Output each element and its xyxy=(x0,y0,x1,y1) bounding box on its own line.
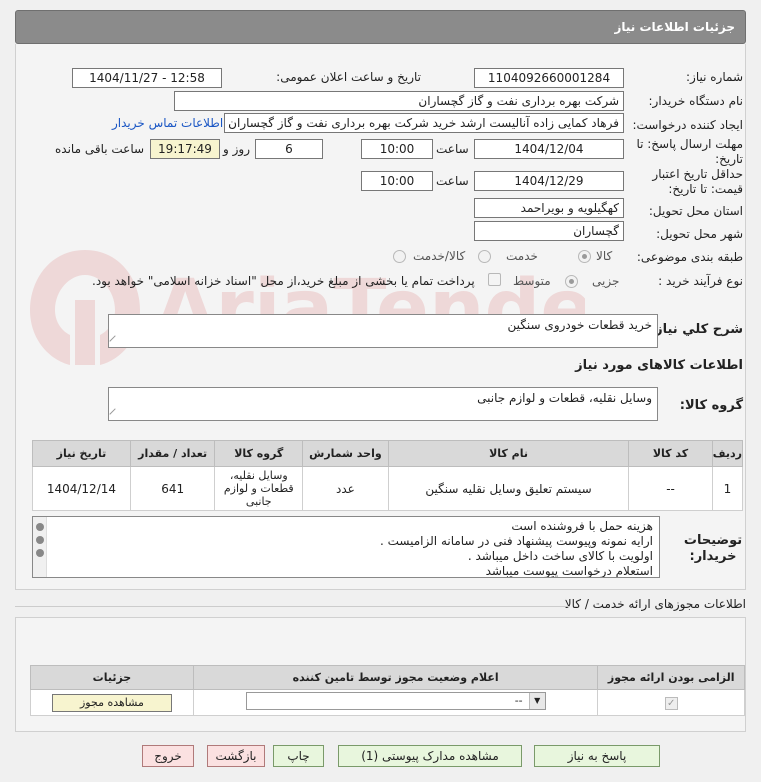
goods-info-title: اطلاعات کالاهای مورد نیاز xyxy=(575,358,743,373)
goods-group-text: وسایل نقلیه، قطعات و لوازم جانبی xyxy=(477,391,652,405)
chevron-down-icon: ▼ xyxy=(528,693,545,709)
reply-time-field: 10:00 xyxy=(361,139,433,159)
notes-line: استعلام درخواست پیوست میباشد xyxy=(485,564,653,578)
notes-scrollbar[interactable] xyxy=(33,517,47,577)
cell-name: سیستم تعلیق وسایل نقلیه سنگین xyxy=(387,466,630,511)
col-row: ردیف xyxy=(711,440,744,467)
reply-hour-label: ساعت xyxy=(436,142,469,156)
license-status-select[interactable]: -- ▼ xyxy=(245,692,546,710)
purchase-type-label: نوع فرآیند خرید : xyxy=(658,274,743,288)
reply-button[interactable]: پاسخ به نیاز xyxy=(534,745,660,767)
goods-group-label: گروه کالا: xyxy=(679,398,743,413)
category-goods-service-radio[interactable] xyxy=(393,250,406,263)
purchase-minor-label: جزیی xyxy=(592,274,620,288)
city-label: شهر محل تحویل: xyxy=(656,227,743,241)
cell-row: 1 xyxy=(711,466,744,511)
col-date: تاریخ نیاز xyxy=(32,440,131,467)
need-summary-text: خرید قطعات خودروی سنگین xyxy=(507,318,652,332)
treasury-text: پرداخت تمام یا بخشی از مبلغ خرید،از محل … xyxy=(92,274,475,288)
col-details: جزئیات xyxy=(30,665,194,690)
remaining-label: ساعت باقی مانده xyxy=(55,142,145,156)
col-code: کد کالا xyxy=(628,440,713,467)
category-goods-service-label: کالا/خدمت xyxy=(413,249,466,263)
goods-group-field: وسایل نقلیه، قطعات و لوازم جانبی xyxy=(108,387,658,421)
notes-line: ارایه نمونه وپیوست پیشنهاد فنی در سامانه… xyxy=(380,534,653,548)
buyer-notes-field: هزینه حمل با فروشنده است ارایه نمونه وپی… xyxy=(32,516,660,578)
days-left-field: 6 xyxy=(255,139,323,159)
licenses-divider xyxy=(15,606,570,607)
day-and-label: روز و xyxy=(223,142,250,156)
need-number-field: 1104092660001284 xyxy=(474,68,624,88)
category-goods-radio[interactable] xyxy=(578,250,591,263)
licenses-table-header: الزامی بودن ارائه مجوز اعلام وضعیت مجوز … xyxy=(30,665,745,690)
city-field: گچساران xyxy=(474,221,624,241)
requester-field: فرهاد کمایی زاده آنالیست ارشد خرید شرکت … xyxy=(224,113,624,133)
cell-code: -- xyxy=(628,466,713,511)
category-goods-label: کالا xyxy=(596,249,613,263)
price-time-field: 10:00 xyxy=(361,171,433,191)
table-row: ✓ -- ▼ مشاهده مجوز xyxy=(30,689,745,716)
category-service-radio[interactable] xyxy=(478,250,491,263)
col-status: اعلام وضعیت مجوز توسط تامین کننده xyxy=(192,665,599,690)
reply-deadline-label: مهلت ارسال پاسخ: تا تاریخ: xyxy=(636,137,743,166)
cell-required: ✓ xyxy=(597,689,745,716)
print-button[interactable]: چاپ xyxy=(273,745,324,767)
category-service-label: خدمت xyxy=(506,249,538,263)
cell-status: -- ▼ xyxy=(192,689,599,716)
page-title: جزئیات اطلاعات نیاز xyxy=(614,20,735,34)
announce-datetime-field: 1404/11/27 - 12:58 xyxy=(72,68,222,88)
buyer-org-label: نام دستگاه خریدار: xyxy=(648,94,744,108)
notes-line: هزینه حمل با فروشنده است xyxy=(511,519,653,533)
view-license-button[interactable]: مشاهده مجوز xyxy=(51,693,172,712)
back-button[interactable]: بازگشت xyxy=(207,745,265,767)
buyer-org-field: شرکت بهره برداری نفت و گاز گچساران xyxy=(174,91,624,111)
buyer-contact-link[interactable]: اطلاعات تماس خریدار xyxy=(112,116,223,130)
treasury-checkbox[interactable] xyxy=(488,273,501,286)
license-status-value: -- xyxy=(514,694,523,707)
licenses-table: الزامی بودن ارائه مجوز اعلام وضعیت مجوز … xyxy=(30,665,745,716)
items-table-header: ردیف کد کالا نام کالا واحد شمارش گروه کا… xyxy=(32,440,744,467)
cell-group: وسایل نقلیه، قطعات و لوازم جانبی xyxy=(214,466,304,511)
cell-qty: 641 xyxy=(129,466,216,511)
need-summary-field: خرید قطعات خودروی سنگین xyxy=(108,314,658,348)
province-field: کهگیلویه و بویراحمد xyxy=(474,198,624,218)
price-hour-label: ساعت xyxy=(436,174,469,188)
licenses-title: اطلاعات مجوزهای ارائه خدمت / کالا xyxy=(564,597,746,611)
resize-grip-icon[interactable] xyxy=(109,335,121,347)
announce-datetime-label: تاریخ و ساعت اعلان عمومی: xyxy=(276,70,421,84)
reply-date-field: 1404/12/04 xyxy=(474,139,624,159)
time-left-field: 19:17:49 xyxy=(150,139,220,159)
col-qty: تعداد / مقدار xyxy=(129,440,216,467)
notes-line: اولویت با کالای ساخت داخل میباشد . xyxy=(467,549,653,563)
need-summary-label: شرح کلي نياز: xyxy=(649,322,743,337)
cell-date: 1404/12/14 xyxy=(32,466,131,511)
purchase-medium-label: متوسط xyxy=(513,274,551,288)
items-table: ردیف کد کالا نام کالا واحد شمارش گروه کا… xyxy=(32,440,744,511)
attachments-button[interactable]: مشاهده مدارک پیوستی (1) xyxy=(338,745,522,767)
province-label: استان محل تحویل: xyxy=(648,204,743,218)
cell-details: مشاهده مجوز xyxy=(30,689,194,716)
col-unit: واحد شمارش xyxy=(302,440,389,467)
required-checkbox-icon: ✓ xyxy=(664,696,678,710)
scroll-down-icon[interactable] xyxy=(36,549,44,557)
price-date-field: 1404/12/29 xyxy=(474,171,624,191)
price-validity-label: حداقل تاریخ اعتبار قیمت: تا تاریخ: xyxy=(652,167,743,196)
need-number-label: شماره نیاز: xyxy=(686,70,743,84)
col-group: گروه کالا xyxy=(214,440,304,467)
col-name: نام کالا xyxy=(387,440,630,467)
purchase-minor-radio[interactable] xyxy=(565,275,578,288)
cell-unit: عدد xyxy=(302,466,389,511)
buyer-notes-label: توضیحات خریدار: xyxy=(683,533,743,564)
requester-label: ایجاد کننده درخواست: xyxy=(632,118,743,132)
resize-grip-icon[interactable] xyxy=(109,408,121,420)
panel-header: جزئیات اطلاعات نیاز xyxy=(15,10,746,44)
scroll-up-icon[interactable] xyxy=(36,523,44,531)
exit-button[interactable]: خروج xyxy=(142,745,194,767)
scroll-thumb-icon[interactable] xyxy=(36,536,44,544)
category-label: طبقه بندی موضوعی: xyxy=(636,250,743,264)
table-row[interactable]: 1 -- سیستم تعلیق وسایل نقلیه سنگین عدد و… xyxy=(32,466,744,511)
col-required: الزامی بودن ارائه مجوز xyxy=(597,665,745,690)
